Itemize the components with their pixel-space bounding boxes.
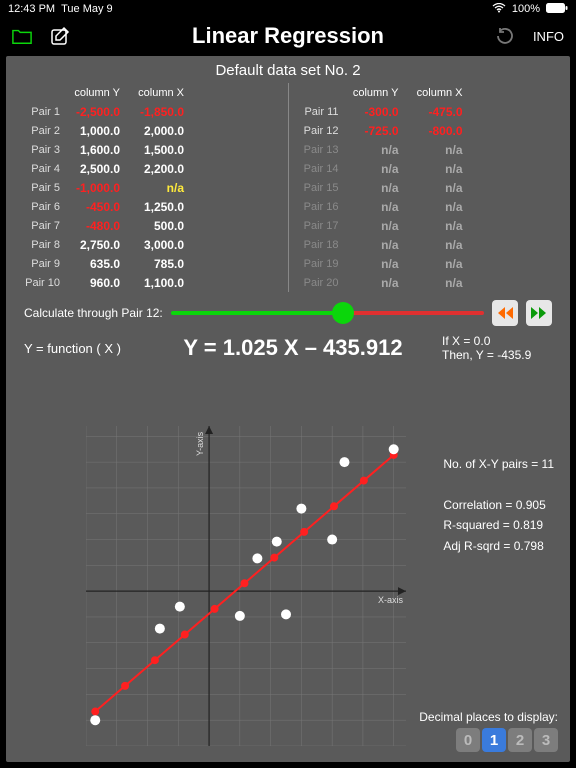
table-row[interactable]: Pair 16n/an/a (293, 197, 563, 216)
decimals-control: Decimal places to display: 0123 (419, 710, 558, 752)
table-row[interactable]: Pair 1-2,500.0-1,850.0 (14, 102, 284, 121)
data-grid: column Ycolumn XPair 1-2,500.0-1,850.0Pa… (14, 83, 562, 292)
table-row[interactable]: Pair 6-450.01,250.0 (14, 197, 284, 216)
table-row[interactable]: Pair 18n/an/a (293, 235, 563, 254)
app-header: Linear Regression INFO (0, 18, 576, 54)
slider-label: Calculate through Pair 12: (24, 306, 163, 320)
battery-icon (546, 3, 568, 16)
step-back-button[interactable] (492, 300, 518, 326)
table-row[interactable]: Pair 13n/an/a (293, 140, 563, 159)
table-row[interactable]: Pair 20n/an/a (293, 273, 563, 292)
table-row[interactable]: Pair 10960.01,100.0 (14, 273, 284, 292)
table-row[interactable]: Pair 11-300.0-475.0 (293, 102, 563, 121)
then-y-label: Then, Y = -435.9 (442, 348, 552, 362)
if-x-label: If X = 0.0 (442, 334, 552, 348)
folder-icon[interactable] (12, 26, 32, 46)
subtitle: Default data set No. 2 (14, 62, 562, 79)
main-panel: Default data set No. 2 column Ycolumn XP… (6, 56, 570, 762)
stats-box: No. of X-Y pairs = 11 Correlation = 0.90… (443, 454, 554, 556)
grid-divider (288, 83, 289, 292)
table-row[interactable]: Pair 15n/an/a (293, 178, 563, 197)
step-forward-button[interactable] (526, 300, 552, 326)
table-row[interactable]: Pair 19n/an/a (293, 254, 563, 273)
pair-slider[interactable] (171, 311, 484, 315)
stat-corr: Correlation = 0.905 (443, 495, 554, 515)
stat-r2: R-squared = 0.819 (443, 515, 554, 535)
table-row[interactable]: Pair 9635.0785.0 (14, 254, 284, 273)
status-date: Tue May 9 (61, 3, 113, 15)
slider-row: Calculate through Pair 12: (24, 300, 552, 326)
stat-pairs: No. of X-Y pairs = 11 (443, 454, 554, 474)
info-button[interactable]: INFO (533, 29, 564, 44)
decimals-option-2[interactable]: 2 (508, 728, 532, 752)
table-row[interactable]: Pair 12-725.0-800.0 (293, 121, 563, 140)
table-row[interactable]: Pair 14n/an/a (293, 159, 563, 178)
status-time: 12:43 PM (8, 3, 55, 15)
scatter-chart: X-axis Y-axis (86, 426, 406, 746)
stat-adj: Adj R-sqrd = 0.798 (443, 536, 554, 556)
table-row[interactable]: Pair 42,500.02,200.0 (14, 159, 284, 178)
equation-row: Y = function ( X ) Y = 1.025 X – 435.912… (24, 334, 552, 362)
equation-text: Y = 1.025 X – 435.912 (154, 335, 432, 361)
wifi-icon (492, 3, 506, 16)
battery-percent: 100% (512, 3, 540, 15)
table-row[interactable]: Pair 7-480.0500.0 (14, 216, 284, 235)
svg-text:X-axis: X-axis (378, 595, 404, 605)
svg-text:Y-axis: Y-axis (195, 431, 205, 456)
refresh-icon[interactable] (495, 26, 515, 46)
table-row[interactable]: Pair 17n/an/a (293, 216, 563, 235)
edit-icon[interactable] (50, 26, 70, 46)
function-label: Y = function ( X ) (24, 341, 144, 356)
decimals-option-3[interactable]: 3 (534, 728, 558, 752)
decimals-option-0[interactable]: 0 (456, 728, 480, 752)
table-row[interactable]: Pair 31,600.01,500.0 (14, 140, 284, 159)
decimals-option-1[interactable]: 1 (482, 728, 506, 752)
decimals-label: Decimal places to display: (419, 710, 558, 724)
table-row[interactable]: Pair 5-1,000.0n/a (14, 178, 284, 197)
status-bar: 12:43 PM Tue May 9 100% (0, 0, 576, 18)
page-title: Linear Regression (92, 23, 484, 49)
table-row[interactable]: Pair 21,000.02,000.0 (14, 121, 284, 140)
table-row[interactable]: Pair 82,750.03,000.0 (14, 235, 284, 254)
